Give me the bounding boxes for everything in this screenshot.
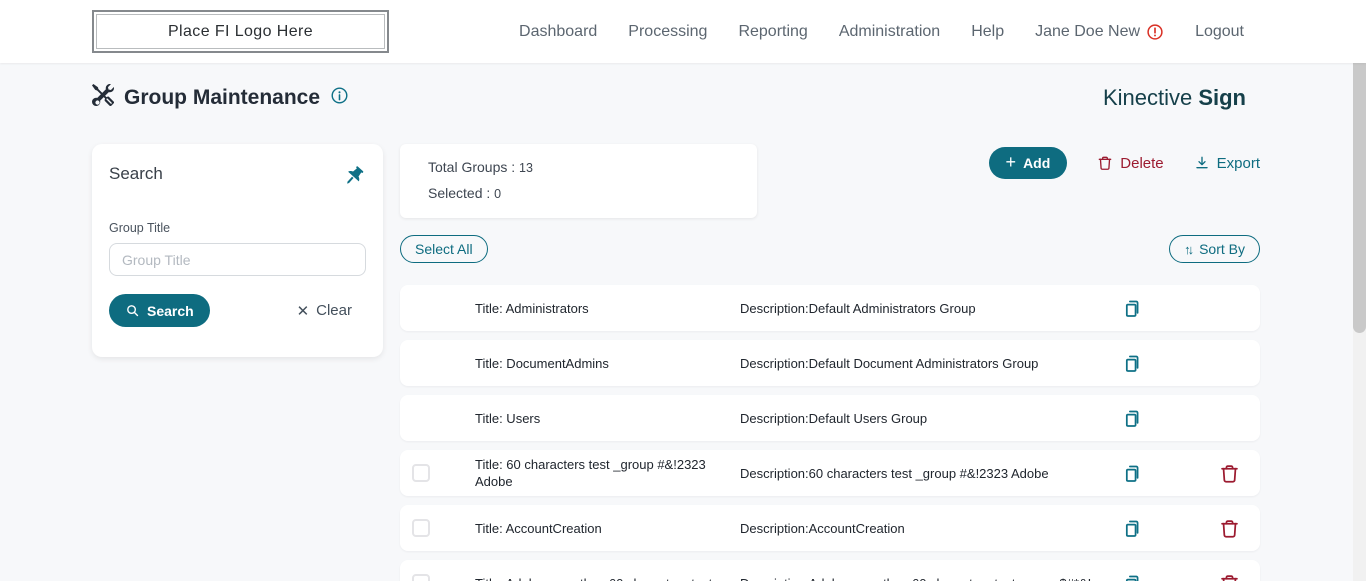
nav-item-user[interactable]: Jane Doe New bbox=[1035, 23, 1164, 41]
group-row: Title: Users Description:Default Users G… bbox=[400, 395, 1260, 441]
sort-by-label: Sort By bbox=[1199, 241, 1245, 257]
search-panel-title: Search bbox=[109, 164, 163, 184]
groups-summary-card: Total Groups : 13 Selected : 0 bbox=[400, 144, 757, 218]
row-description: Description:60 characters test _group #&… bbox=[740, 465, 1122, 482]
copy-button[interactable] bbox=[1122, 353, 1143, 374]
sort-arrows-icon: ↑↓ bbox=[1184, 242, 1194, 257]
total-groups-line: Total Groups : 13 bbox=[428, 155, 729, 181]
info-icon[interactable] bbox=[330, 86, 349, 110]
row-checkbox[interactable] bbox=[412, 519, 430, 537]
row-description: Description:Adobe more than 60 character… bbox=[740, 575, 1122, 581]
nav-item-logout[interactable]: Logout bbox=[1195, 23, 1244, 41]
row-delete-button[interactable] bbox=[1219, 518, 1240, 539]
clear-x-icon: ✕ bbox=[297, 302, 310, 320]
group-row: Title: AccountCreation Description:Accou… bbox=[400, 505, 1260, 551]
copy-button[interactable] bbox=[1122, 298, 1143, 319]
copy-button[interactable] bbox=[1122, 408, 1143, 429]
export-button[interactable]: Export bbox=[1194, 155, 1260, 172]
trash-icon bbox=[1219, 463, 1240, 484]
sort-by-button[interactable]: ↑↓ Sort By bbox=[1169, 235, 1260, 263]
search-button[interactable]: Search bbox=[109, 294, 210, 327]
brand-bold: Sign bbox=[1198, 85, 1246, 110]
delete-button-label: Delete bbox=[1120, 155, 1163, 172]
page-title: Group Maintenance bbox=[124, 86, 320, 110]
trash-icon bbox=[1219, 518, 1240, 539]
selected-line: Selected : 0 bbox=[428, 181, 729, 207]
copy-icon bbox=[1122, 353, 1143, 374]
group-title-input[interactable] bbox=[109, 243, 366, 276]
group-row: Title: 60 characters test _group #&!2323… bbox=[400, 450, 1260, 496]
selected-label: Selected : bbox=[428, 185, 494, 201]
copy-icon bbox=[1122, 573, 1143, 581]
copy-icon bbox=[1122, 408, 1143, 429]
search-icon bbox=[125, 303, 140, 318]
top-header: Place FI Logo Here Dashboard Processing … bbox=[0, 0, 1366, 63]
add-button-label: Add bbox=[1023, 155, 1050, 171]
copy-icon bbox=[1122, 463, 1143, 484]
copy-button[interactable] bbox=[1122, 573, 1143, 581]
clear-button[interactable]: ✕ Clear bbox=[297, 302, 352, 320]
row-title: Title: DocumentAdmins bbox=[475, 355, 725, 372]
search-panel: Search Group Title bbox=[92, 144, 383, 357]
scrollbar-track[interactable] bbox=[1353, 57, 1366, 581]
user-name-label: Jane Doe New bbox=[1035, 23, 1140, 41]
row-title: Title: AccountCreation bbox=[475, 520, 725, 537]
alert-exclamation-icon bbox=[1146, 23, 1164, 41]
selected-value: 0 bbox=[494, 187, 501, 201]
trash-icon bbox=[1097, 155, 1113, 171]
fi-logo-text: Place FI Logo Here bbox=[168, 23, 313, 41]
total-groups-value: 13 bbox=[519, 161, 533, 175]
select-all-label: Select All bbox=[415, 241, 473, 257]
page-title-row: Group Maintenance Kinective Sign bbox=[92, 84, 1260, 111]
row-title: Title: Adobe more than 60 characters tes… bbox=[475, 575, 725, 581]
main-nav: Dashboard Processing Reporting Administr… bbox=[519, 23, 1366, 41]
add-button[interactable]: + Add bbox=[989, 147, 1068, 179]
row-delete-button[interactable] bbox=[1219, 463, 1240, 484]
row-title: Title: Users bbox=[475, 410, 725, 427]
trash-icon bbox=[1219, 573, 1240, 581]
nav-item-reporting[interactable]: Reporting bbox=[738, 23, 807, 41]
brand-regular: Kinective bbox=[1103, 85, 1198, 110]
main-content: Group Maintenance Kinective Sign Search bbox=[0, 84, 1366, 581]
group-row: Title: Adobe more than 60 characters tes… bbox=[400, 560, 1260, 581]
select-all-button[interactable]: Select All bbox=[400, 235, 488, 263]
nav-item-help[interactable]: Help bbox=[971, 23, 1004, 41]
copy-icon bbox=[1122, 518, 1143, 539]
group-row: Title: Administrators Description:Defaul… bbox=[400, 285, 1260, 331]
copy-button[interactable] bbox=[1122, 463, 1143, 484]
fi-logo-placeholder: Place FI Logo Here bbox=[92, 10, 389, 53]
row-checkbox[interactable] bbox=[412, 574, 430, 581]
nav-item-processing[interactable]: Processing bbox=[628, 23, 707, 41]
group-row: Title: DocumentAdmins Description:Defaul… bbox=[400, 340, 1260, 386]
row-delete-button[interactable] bbox=[1219, 573, 1240, 581]
nav-item-administration[interactable]: Administration bbox=[839, 23, 940, 41]
plus-icon: + bbox=[1006, 153, 1017, 171]
maintenance-tools-icon bbox=[92, 84, 114, 111]
nav-item-dashboard[interactable]: Dashboard bbox=[519, 23, 597, 41]
scrollbar-thumb[interactable] bbox=[1353, 57, 1366, 333]
download-icon bbox=[1194, 155, 1210, 171]
export-button-label: Export bbox=[1217, 155, 1260, 172]
total-groups-label: Total Groups : bbox=[428, 159, 519, 175]
group-list: Title: Administrators Description:Defaul… bbox=[400, 285, 1260, 581]
group-title-label: Group Title bbox=[109, 221, 366, 235]
brand-logo: Kinective Sign bbox=[1103, 85, 1260, 111]
search-button-label: Search bbox=[147, 303, 194, 319]
row-description: Description:Default Users Group bbox=[740, 410, 1122, 427]
copy-button[interactable] bbox=[1122, 518, 1143, 539]
row-description: Description:Default Administrators Group bbox=[740, 300, 1122, 317]
pin-icon[interactable] bbox=[342, 164, 366, 191]
copy-icon bbox=[1122, 298, 1143, 319]
row-checkbox[interactable] bbox=[412, 464, 430, 482]
delete-button[interactable]: Delete bbox=[1097, 155, 1163, 172]
row-title: Title: 60 characters test _group #&!2323… bbox=[475, 456, 725, 490]
clear-button-label: Clear bbox=[316, 302, 352, 319]
row-description: Description:AccountCreation bbox=[740, 520, 1122, 537]
row-title: Title: Administrators bbox=[475, 300, 725, 317]
row-description: Description:Default Document Administrat… bbox=[740, 355, 1122, 372]
